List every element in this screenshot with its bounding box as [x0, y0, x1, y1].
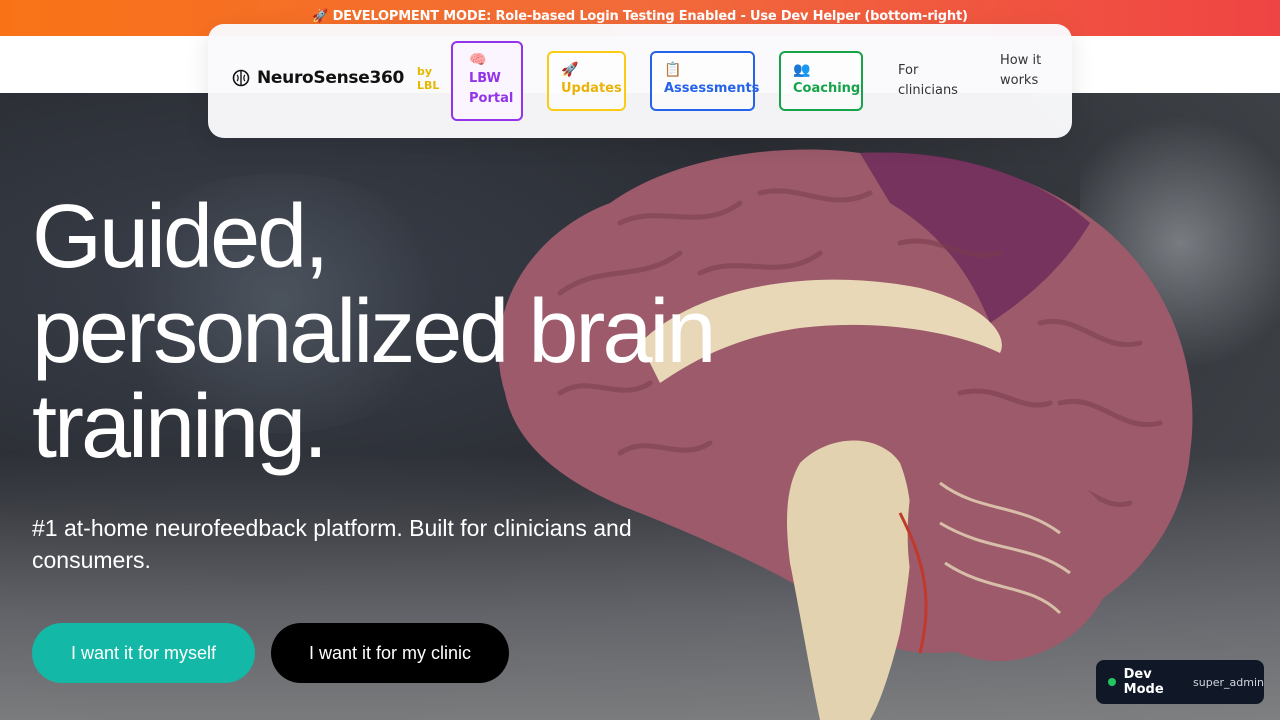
brand-name: NeuroSense360	[257, 68, 405, 88]
clipboard-icon: 📋	[664, 62, 682, 78]
nav-link-for-clinicians[interactable]: For clinicians	[898, 61, 968, 101]
status-dot-icon	[1108, 678, 1116, 686]
nav-assessments-button[interactable]: 📋 Assessments	[650, 51, 759, 111]
nav-button-label: LBW Portal	[469, 71, 514, 106]
nav-link-how-it-works[interactable]: How it works	[1000, 51, 1050, 91]
brand-logo[interactable]: NeuroSense360 by LBL	[232, 65, 439, 92]
rocket-icon: 🚀	[561, 62, 579, 78]
hero-subtitle: #1 at-home neurofeedback platform. Built…	[32, 515, 632, 573]
top-navigation: NeuroSense360 by LBL 🧠 LBW Portal 🚀 Upda…	[208, 24, 1072, 138]
nav-lbw-portal-button[interactable]: 🧠 LBW Portal	[451, 41, 523, 121]
people-icon: 👥	[793, 62, 811, 78]
dev-mode-label: Dev Mode	[1123, 667, 1164, 697]
brand-by-lbl: by LBL	[417, 65, 440, 92]
nav-coaching-button[interactable]: 👥 Coaching	[779, 51, 863, 111]
brain-logo-icon	[232, 69, 250, 87]
brain-icon: 🧠	[469, 52, 487, 68]
hero-title: Guided, personalized brain training.	[32, 187, 716, 477]
nav-button-label: Coaching	[793, 81, 861, 96]
cta-for-myself-button[interactable]: I want it for myself	[32, 623, 255, 683]
nav-button-label: Assessments	[664, 81, 760, 96]
cta-for-clinic-button[interactable]: I want it for my clinic	[271, 623, 509, 683]
nav-updates-button[interactable]: 🚀 Updates	[547, 51, 626, 111]
dev-helper-button[interactable]: Dev Mode super_admin	[1096, 660, 1264, 704]
nav-button-label: Updates	[561, 81, 622, 96]
dev-role-label: super_admin	[1193, 675, 1264, 689]
